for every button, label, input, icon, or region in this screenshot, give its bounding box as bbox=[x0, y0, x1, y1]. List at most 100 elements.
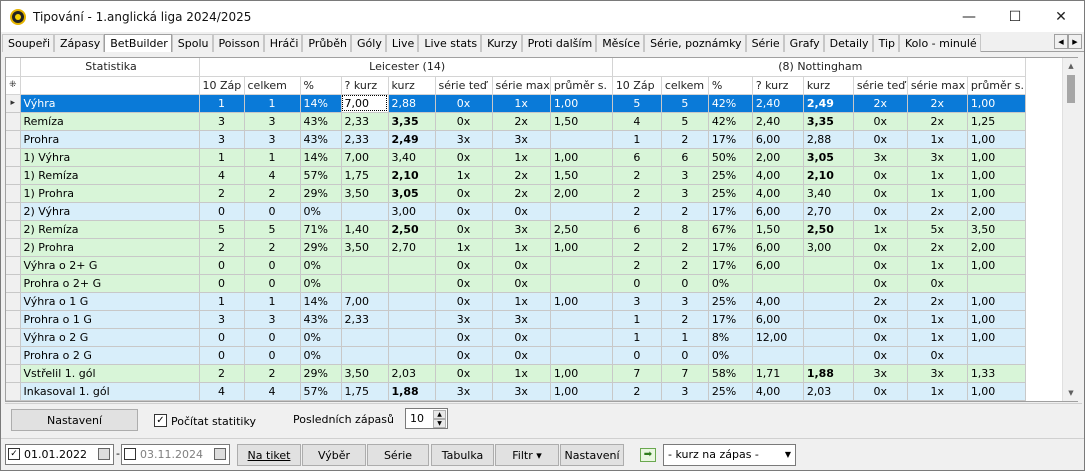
table-cell[interactable] bbox=[752, 346, 804, 365]
table-cell[interactable]: 0x bbox=[435, 256, 493, 275]
table-cell[interactable]: 1,00 bbox=[550, 364, 613, 383]
table-row[interactable]: ▸ Výhra 1 1 14% 7,00 2,88 0x 1x 1,00 5 5 42% 2,40 2,49… bbox=[6, 94, 1026, 113]
table-cell[interactable]: 2,00 bbox=[967, 238, 1026, 257]
table-cell[interactable]: 0% bbox=[300, 346, 342, 365]
tab-live[interactable]: Live bbox=[385, 34, 419, 52]
table-cell[interactable]: 3 bbox=[661, 166, 709, 185]
table-cell[interactable]: 3x bbox=[492, 220, 551, 239]
tab-betbuilder[interactable]: BetBuilder bbox=[104, 34, 172, 52]
table-cell[interactable]: 6 bbox=[612, 148, 662, 167]
table-cell[interactable]: 0x bbox=[853, 112, 908, 131]
table-cell[interactable]: 2x bbox=[492, 112, 551, 131]
table-cell[interactable]: 1,00 bbox=[967, 148, 1026, 167]
table-cell[interactable]: 0x bbox=[492, 202, 551, 221]
tab-grafy[interactable]: Grafy bbox=[783, 34, 824, 52]
arrow-right-icon[interactable]: ➡ bbox=[640, 448, 656, 462]
table-cell[interactable]: 0% bbox=[708, 346, 753, 365]
table-cell[interactable]: 3x bbox=[435, 130, 493, 149]
table-cell[interactable]: 0x bbox=[435, 94, 493, 113]
table-cell[interactable] bbox=[550, 310, 613, 329]
tabulka-button[interactable]: Tabulka bbox=[431, 444, 494, 466]
table-cell[interactable]: 2 bbox=[199, 184, 245, 203]
table-cell[interactable]: 0 bbox=[244, 256, 301, 275]
table-cell[interactable]: 25% bbox=[708, 382, 753, 401]
table-cell[interactable]: 1,00 bbox=[550, 292, 613, 311]
table-cell[interactable] bbox=[550, 256, 613, 275]
table-cell[interactable]: 0x bbox=[492, 346, 551, 365]
table-cell[interactable]: 0% bbox=[300, 202, 342, 221]
table-cell[interactable]: 1,25 bbox=[967, 112, 1026, 131]
table-cell[interactable]: 0 bbox=[199, 274, 245, 293]
table-cell[interactable]: 0% bbox=[300, 274, 342, 293]
table-cell[interactable]: 67% bbox=[708, 220, 753, 239]
table-cell[interactable]: 25% bbox=[708, 166, 753, 185]
table-cell[interactable]: 2 bbox=[661, 256, 709, 275]
table-cell[interactable]: 1,00 bbox=[967, 94, 1026, 113]
table-cell[interactable] bbox=[803, 292, 854, 311]
table-cell[interactable]: 1 bbox=[244, 148, 301, 167]
table-cell[interactable]: 4 bbox=[199, 166, 245, 185]
table-cell[interactable]: 7,00 bbox=[341, 148, 389, 167]
table-cell[interactable]: 2 bbox=[244, 238, 301, 257]
date-to-checkbox[interactable] bbox=[124, 448, 136, 460]
table-cell[interactable] bbox=[550, 274, 613, 293]
settings-button[interactable]: Nastavení bbox=[11, 409, 138, 431]
table-cell[interactable]: 29% bbox=[300, 238, 342, 257]
table-cell[interactable]: 3,05 bbox=[388, 184, 436, 203]
table-cell[interactable]: 4 bbox=[244, 382, 301, 401]
table-cell[interactable]: 6,00 bbox=[752, 130, 804, 149]
table-cell[interactable]: 1,00 bbox=[967, 130, 1026, 149]
table-cell[interactable]: 3,00 bbox=[803, 238, 854, 257]
table-cell[interactable]: 1,75 bbox=[341, 166, 389, 185]
table-cell[interactable]: 0x bbox=[492, 328, 551, 347]
tab-soupe-i[interactable]: Soupeři bbox=[2, 34, 55, 52]
table-cell[interactable]: 1 bbox=[244, 94, 301, 113]
table-cell[interactable]: 50% bbox=[708, 148, 753, 167]
table-cell[interactable]: 1x bbox=[907, 184, 968, 203]
table-cell[interactable]: 1 bbox=[199, 94, 245, 113]
table-cell[interactable]: 4,00 bbox=[752, 166, 804, 185]
table-cell[interactable]: 5 bbox=[661, 94, 709, 113]
table-cell[interactable]: 1,33 bbox=[967, 364, 1026, 383]
table-cell[interactable]: 1x bbox=[907, 310, 968, 329]
table-cell[interactable]: 3 bbox=[199, 130, 245, 149]
table-cell[interactable]: 1,00 bbox=[550, 94, 613, 113]
table-cell[interactable]: 2,50 bbox=[388, 220, 436, 239]
table-cell[interactable] bbox=[803, 328, 854, 347]
table-row[interactable]: 1) Výhra 1 1 14% 7,00 3,40 0x 1x 1,00 6 6 50% 2,00 3,… bbox=[6, 148, 1026, 167]
table-cell[interactable]: 0x bbox=[435, 202, 493, 221]
table-cell[interactable]: 0 bbox=[199, 346, 245, 365]
table-cell[interactable]: 2 bbox=[661, 130, 709, 149]
table-cell[interactable]: 2,33 bbox=[341, 130, 389, 149]
table-cell[interactable]: 0x bbox=[435, 292, 493, 311]
tab-hr-i[interactable]: Hráči bbox=[263, 34, 303, 52]
table-cell[interactable]: 25% bbox=[708, 292, 753, 311]
last-matches-spinner[interactable]: 10 ▲ ▼ bbox=[405, 408, 448, 429]
table-cell[interactable]: 0x bbox=[492, 256, 551, 275]
table-cell[interactable]: 1x bbox=[492, 94, 551, 113]
table-cell[interactable]: 1,00 bbox=[967, 382, 1026, 401]
table-cell[interactable]: 1 bbox=[661, 328, 709, 347]
table-cell[interactable]: 42% bbox=[708, 112, 753, 131]
date-from-checkbox[interactable]: ✓ bbox=[8, 448, 20, 460]
table-cell[interactable]: 0 bbox=[244, 328, 301, 347]
table-cell[interactable]: 7 bbox=[612, 364, 662, 383]
tab-poisson[interactable]: Poisson bbox=[212, 34, 264, 52]
table-cell[interactable]: 0 bbox=[612, 346, 662, 365]
tab-spolu[interactable]: Spolu bbox=[171, 34, 213, 52]
table-cell[interactable]: 71% bbox=[300, 220, 342, 239]
table-cell[interactable]: 6,00 bbox=[752, 202, 804, 221]
table-cell[interactable]: 3x bbox=[907, 148, 968, 167]
table-cell[interactable]: 6,00 bbox=[752, 256, 804, 275]
tab-tip[interactable]: Tip bbox=[872, 34, 899, 52]
tab-z-pasy[interactable]: Zápasy bbox=[54, 34, 105, 52]
table-cell[interactable]: 2,70 bbox=[388, 238, 436, 257]
table-cell[interactable]: 2x bbox=[907, 112, 968, 131]
table-cell[interactable]: 1x bbox=[492, 292, 551, 311]
table-cell[interactable]: 3 bbox=[612, 292, 662, 311]
table-cell[interactable]: 1,50 bbox=[550, 112, 613, 131]
table-cell[interactable]: 0x bbox=[435, 220, 493, 239]
table-cell[interactable]: 57% bbox=[300, 166, 342, 185]
table-cell[interactable]: 7,00 bbox=[341, 94, 389, 113]
table-cell[interactable]: 43% bbox=[300, 130, 342, 149]
